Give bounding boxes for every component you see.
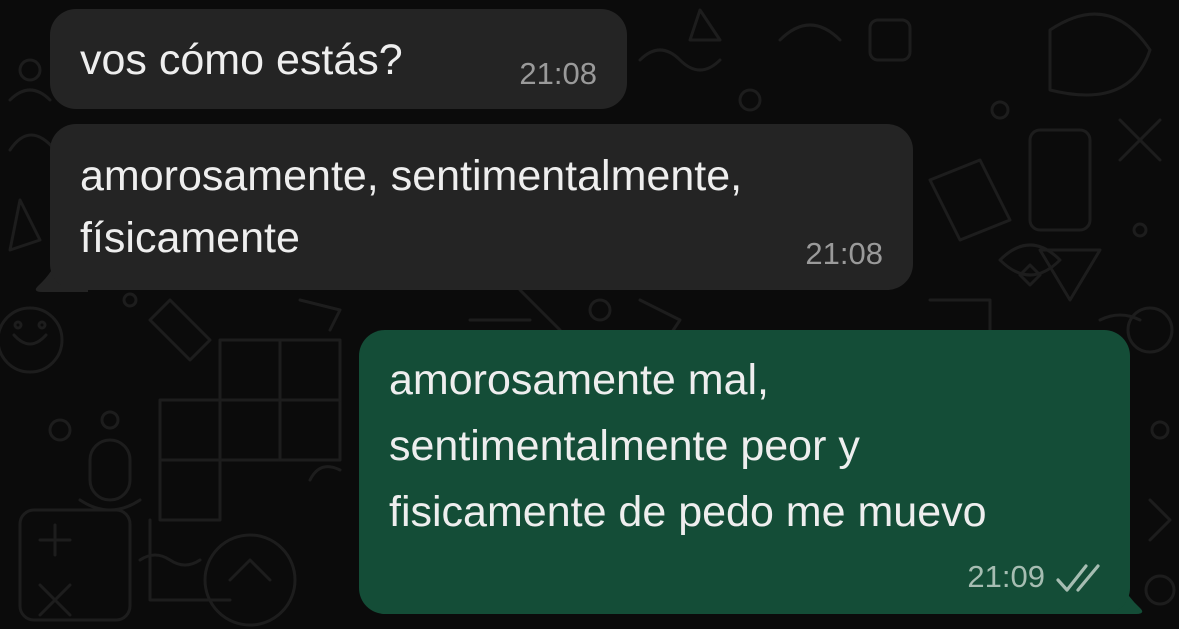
incoming-message[interactable]: amorosamente, sentimentalmente, físicame… bbox=[50, 124, 913, 290]
message-text: vos cómo estás? bbox=[80, 36, 403, 84]
incoming-message[interactable]: vos cómo estás? 21:08 bbox=[50, 9, 627, 109]
message-text: amorosamente, sentimentalmente, bbox=[80, 152, 743, 200]
message-text: físicamente bbox=[80, 214, 300, 262]
message-timestamp: 21:08 bbox=[805, 236, 883, 271]
double-check-icon bbox=[1056, 564, 1100, 592]
outgoing-message[interactable]: amorosamente mal, sentimentalmente peor … bbox=[359, 330, 1130, 614]
message-text: sentimentalmente peor y bbox=[389, 422, 860, 470]
message-timestamp: 21:08 bbox=[519, 56, 597, 91]
message-text: amorosamente mal, bbox=[389, 356, 769, 404]
message-text: fisicamente de pedo me muevo bbox=[389, 488, 987, 536]
message-timestamp: 21:09 bbox=[967, 559, 1045, 594]
